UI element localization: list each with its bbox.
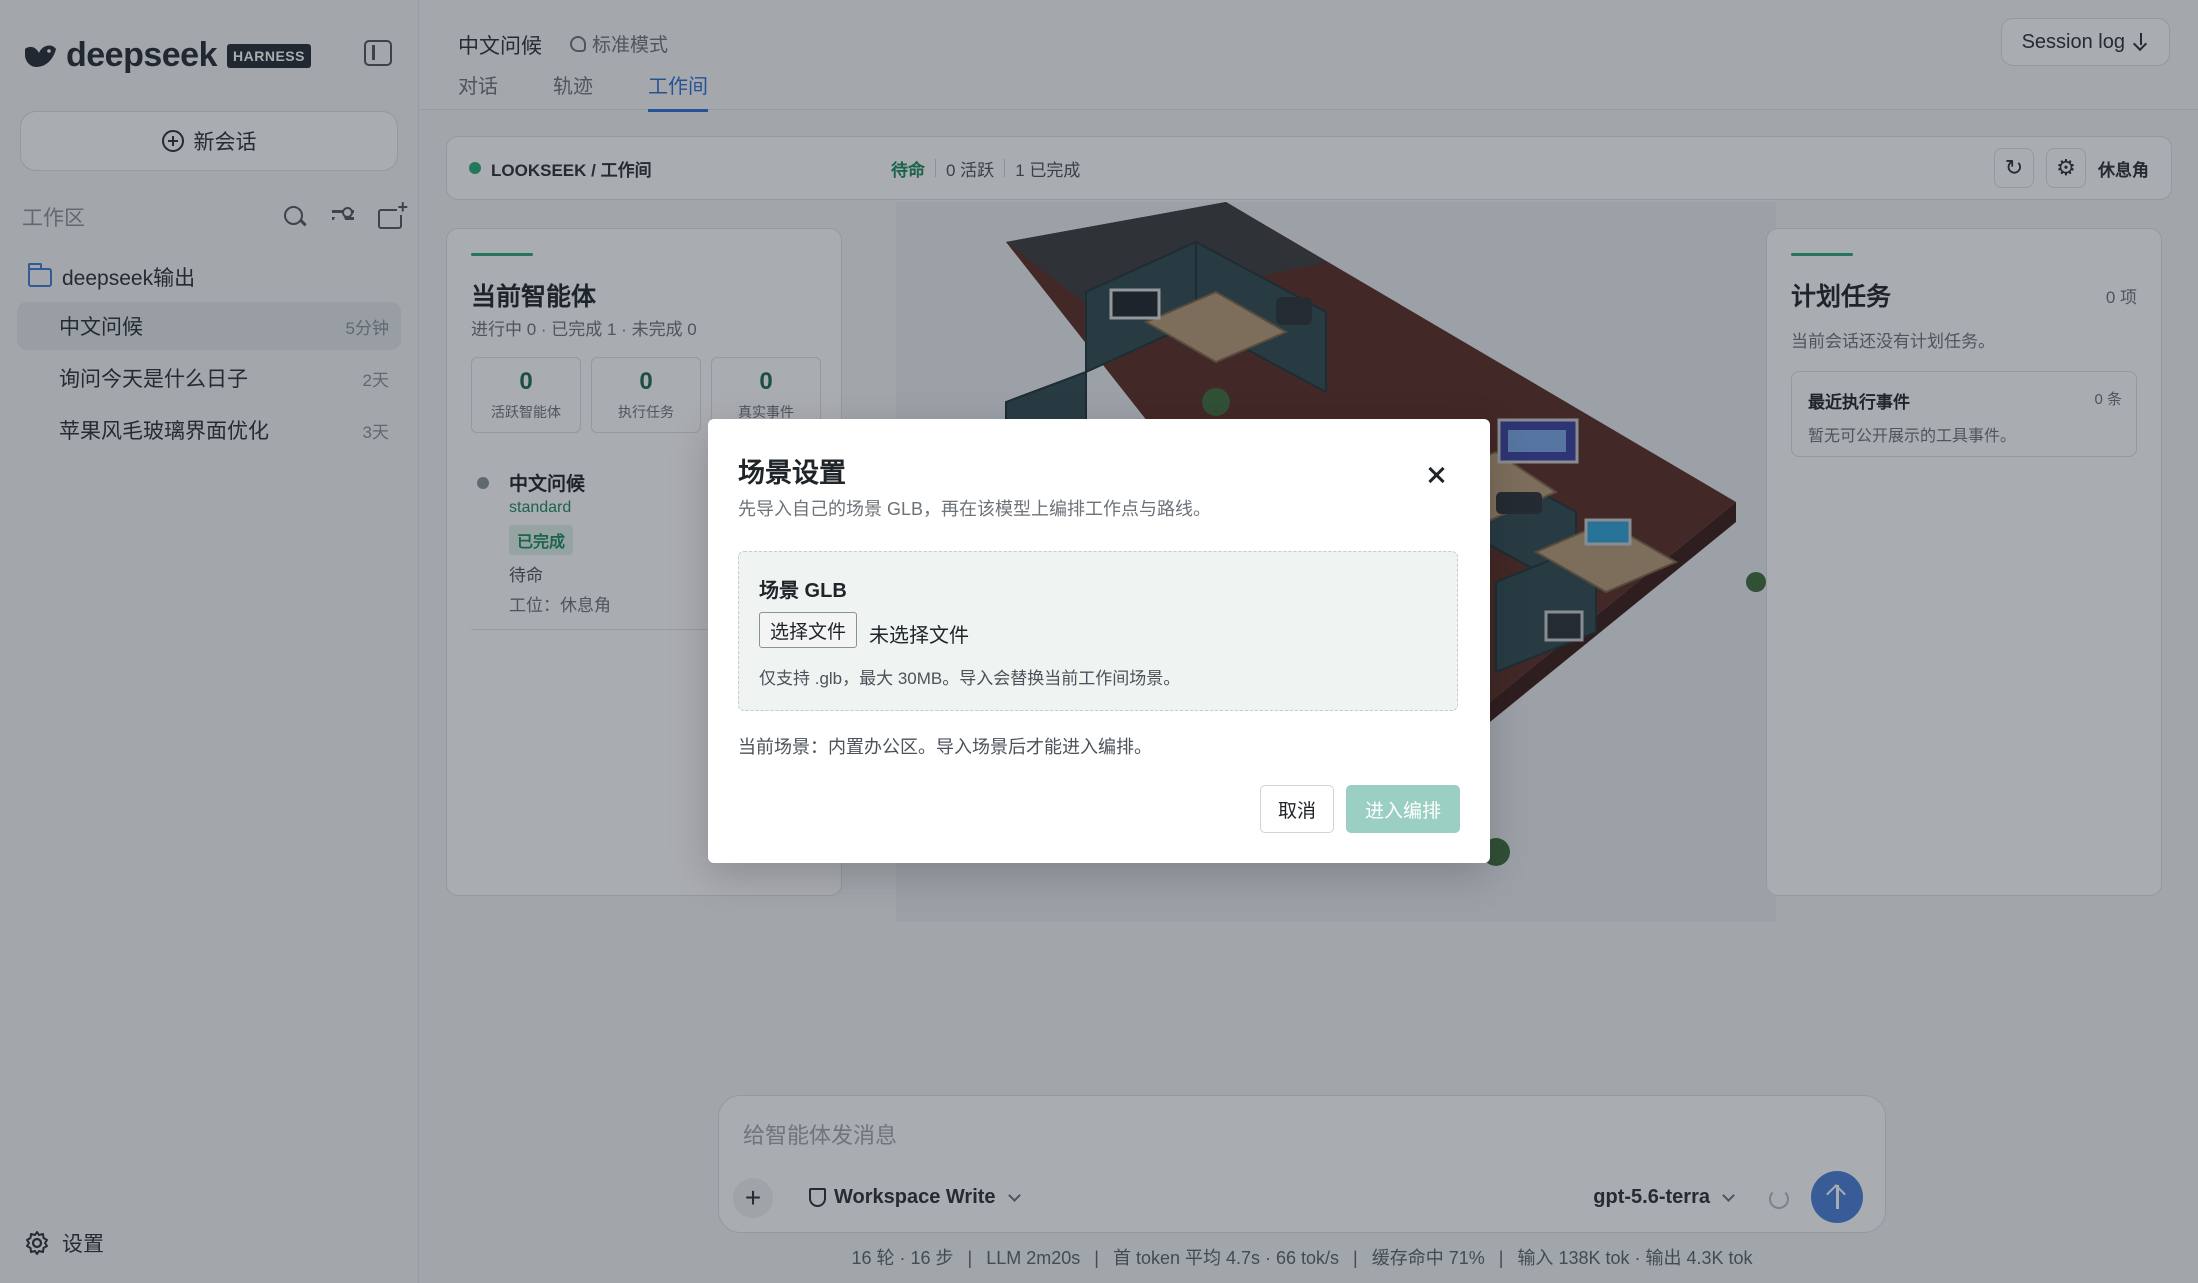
- scene-settings-dialog: 场景设置 先导入自己的场景 GLB，再在该模型上编排工作点与路线。 场景 GLB…: [708, 419, 1490, 863]
- dialog-title: 场景设置: [738, 458, 846, 488]
- cancel-button[interactable]: 取消: [1260, 785, 1334, 833]
- dialog-subtitle: 先导入自己的场景 GLB，再在该模型上编排工作点与路线。: [738, 499, 1212, 519]
- upload-hint: 仅支持 .glb，最大 30MB。导入会替换当前工作间场景。: [759, 669, 1181, 688]
- upload-field-label: 场景 GLB: [759, 580, 847, 602]
- choose-file-button[interactable]: 选择文件: [759, 612, 858, 648]
- enter-edit-button[interactable]: 进入编排: [1346, 785, 1460, 833]
- glb-upload-box: 场景 GLB 选择文件 未选择文件 仅支持 .glb，最大 30MB。导入会替换…: [738, 551, 1458, 711]
- close-icon[interactable]: [1424, 463, 1448, 487]
- current-scene-text: 当前场景：内置办公区。导入场景后才能进入编排。: [738, 737, 1152, 757]
- file-status: 未选择文件: [869, 625, 969, 647]
